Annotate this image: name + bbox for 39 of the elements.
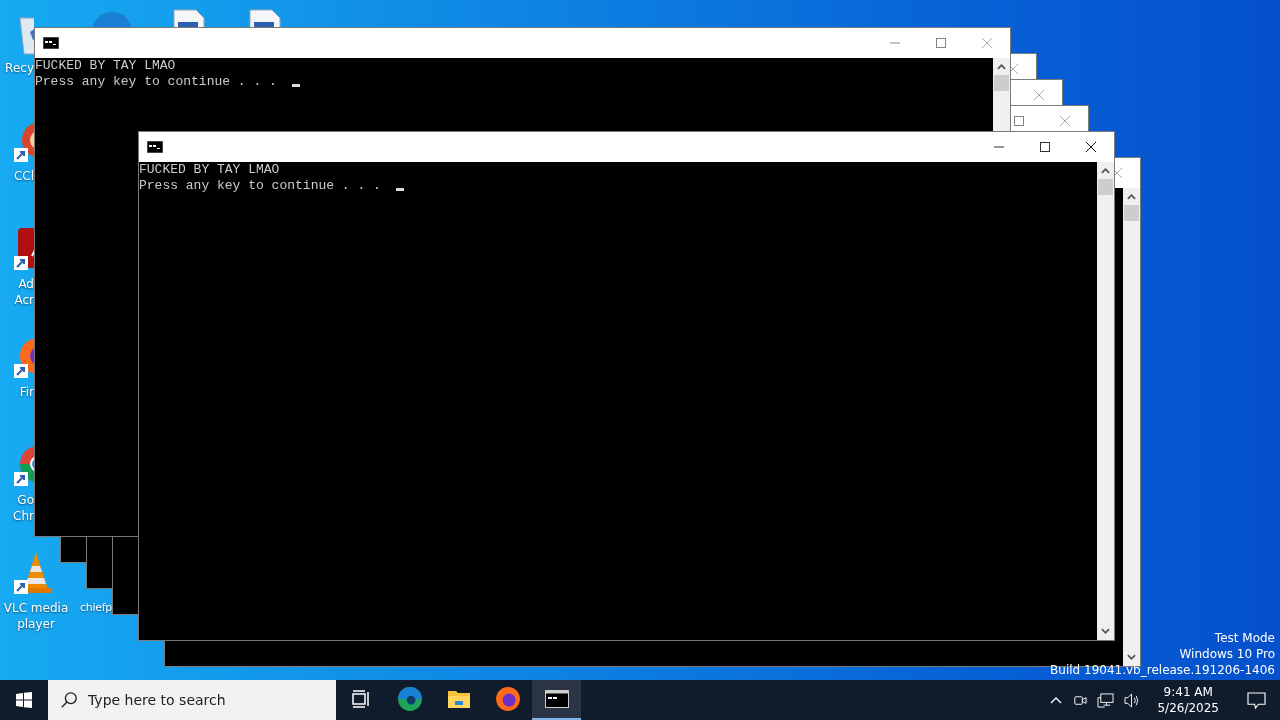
firefox-icon[interactable]: [494, 686, 521, 712]
scroll-down-icon[interactable]: [1101, 628, 1110, 634]
desktop-icon-label[interactable]: Go Chr: [13, 492, 34, 524]
scroll-down-icon[interactable]: [1127, 654, 1136, 660]
desktop-icon-label[interactable]: VLC media player: [0, 600, 72, 632]
console-text: Press any key to continue . . .: [139, 178, 381, 194]
desktop-icon-label[interactable]: Recy: [5, 60, 34, 76]
text-cursor: [292, 84, 300, 87]
network-icon[interactable]: [1097, 692, 1115, 708]
scroll-up-icon[interactable]: [1127, 194, 1136, 200]
console-text: FUCKED BY TAY LMAO: [139, 162, 280, 178]
close-icon[interactable]: [1086, 142, 1096, 152]
notification-icon[interactable]: [1247, 691, 1266, 709]
os-watermark-text: Test Mode: [1214, 630, 1275, 646]
os-watermark-text: Windows 10 Pro: [1179, 646, 1275, 662]
clock[interactable]: 9:41 AM 5/26/2025: [1151, 684, 1225, 716]
windows-logo-icon[interactable]: [16, 692, 32, 708]
desktop-icon-label[interactable]: chiefp: [80, 600, 112, 616]
desktop-icon-label[interactable]: Fir: [19, 384, 34, 400]
desktop-icon-label[interactable]: Ad Acr: [14, 276, 34, 308]
edge-icon[interactable]: [396, 686, 423, 712]
scroll-up-icon[interactable]: [997, 64, 1006, 70]
text-cursor: [396, 188, 404, 191]
os-watermark-text: Build 19041.vb_release.191206-1406: [1050, 662, 1275, 678]
console-icon[interactable]: [544, 690, 569, 708]
taskbar-app-button[interactable]: [532, 680, 581, 720]
console-text: Press any key to continue . . .: [35, 74, 277, 90]
task-view-icon[interactable]: [350, 689, 371, 709]
scrollbar-thumb[interactable]: [1098, 179, 1113, 195]
console-icon: [147, 141, 163, 153]
scrollbar-thumb[interactable]: [994, 75, 1009, 91]
desktop-icon-label[interactable]: CCl: [13, 168, 34, 184]
console-icon: [43, 37, 59, 49]
chevron-up-icon[interactable]: [1050, 696, 1063, 704]
search-icon[interactable]: [60, 691, 78, 709]
maximize-icon[interactable]: [1040, 142, 1050, 152]
scroll-up-icon[interactable]: [1101, 168, 1110, 174]
console-text: FUCKED BY TAY LMAO: [35, 58, 176, 74]
scrollbar-thumb[interactable]: [1124, 205, 1139, 221]
